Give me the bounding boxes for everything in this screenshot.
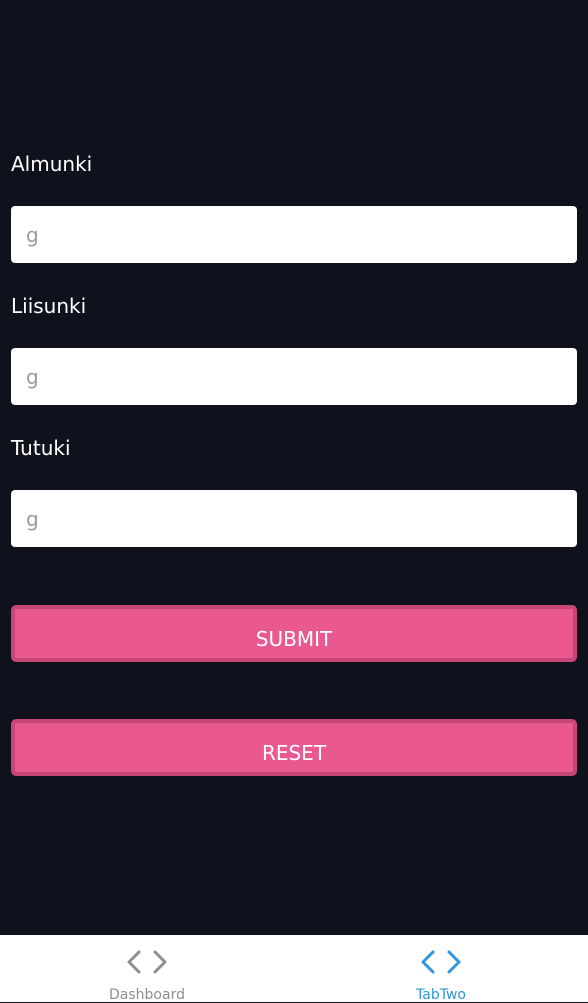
code-icon [419, 949, 463, 975]
tutuki-label: Tutuki [11, 436, 71, 460]
liisunki-label: Liisunki [11, 294, 87, 318]
tab-tabtwo-label: TabTwo [416, 987, 466, 1003]
tab-dashboard[interactable]: Dashboard [0, 935, 294, 1003]
bottom-tab-bar: Dashboard TabTwo [0, 935, 588, 1003]
almunki-label: Almunki [11, 152, 93, 176]
tab-dashboard-label: Dashboard [109, 987, 185, 1003]
almunki-input[interactable] [11, 206, 577, 263]
code-icon [125, 949, 169, 975]
liisunki-input[interactable] [11, 348, 577, 405]
tutuki-input[interactable] [11, 490, 577, 547]
reset-button[interactable]: RESET [11, 719, 577, 776]
tab-tabtwo[interactable]: TabTwo [294, 935, 588, 1003]
submit-button[interactable]: SUBMIT [11, 605, 577, 662]
